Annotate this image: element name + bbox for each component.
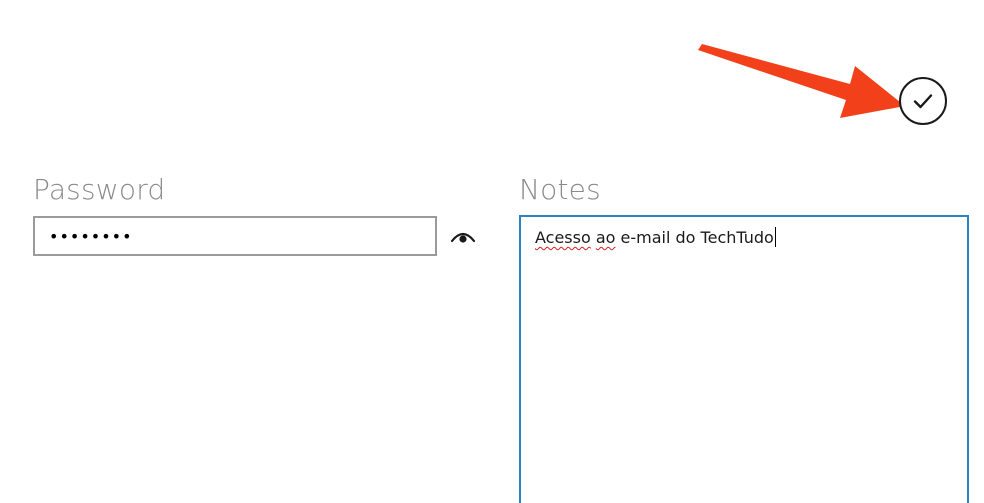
notes-field[interactable]: Acesso ao e-mail do TechTudo	[519, 215, 969, 503]
password-value: ••••••••	[49, 226, 133, 246]
save-button[interactable]	[899, 77, 947, 125]
eye-icon[interactable]	[449, 226, 477, 246]
notes-label: Notes	[519, 173, 601, 206]
checkmark-icon	[913, 94, 933, 109]
password-field[interactable]: ••••••••	[33, 216, 437, 256]
password-entry-page: Password •••••••• Notes Acesso ao e-mail…	[0, 0, 984, 503]
annotation-arrow	[698, 44, 905, 118]
text-caret	[774, 227, 776, 247]
password-label: Password	[33, 173, 166, 206]
notes-misspelled-word: Acesso	[535, 228, 591, 247]
notes-misspelled-word: ao	[595, 228, 616, 247]
notes-text: e-mail do TechTudo	[615, 228, 774, 247]
